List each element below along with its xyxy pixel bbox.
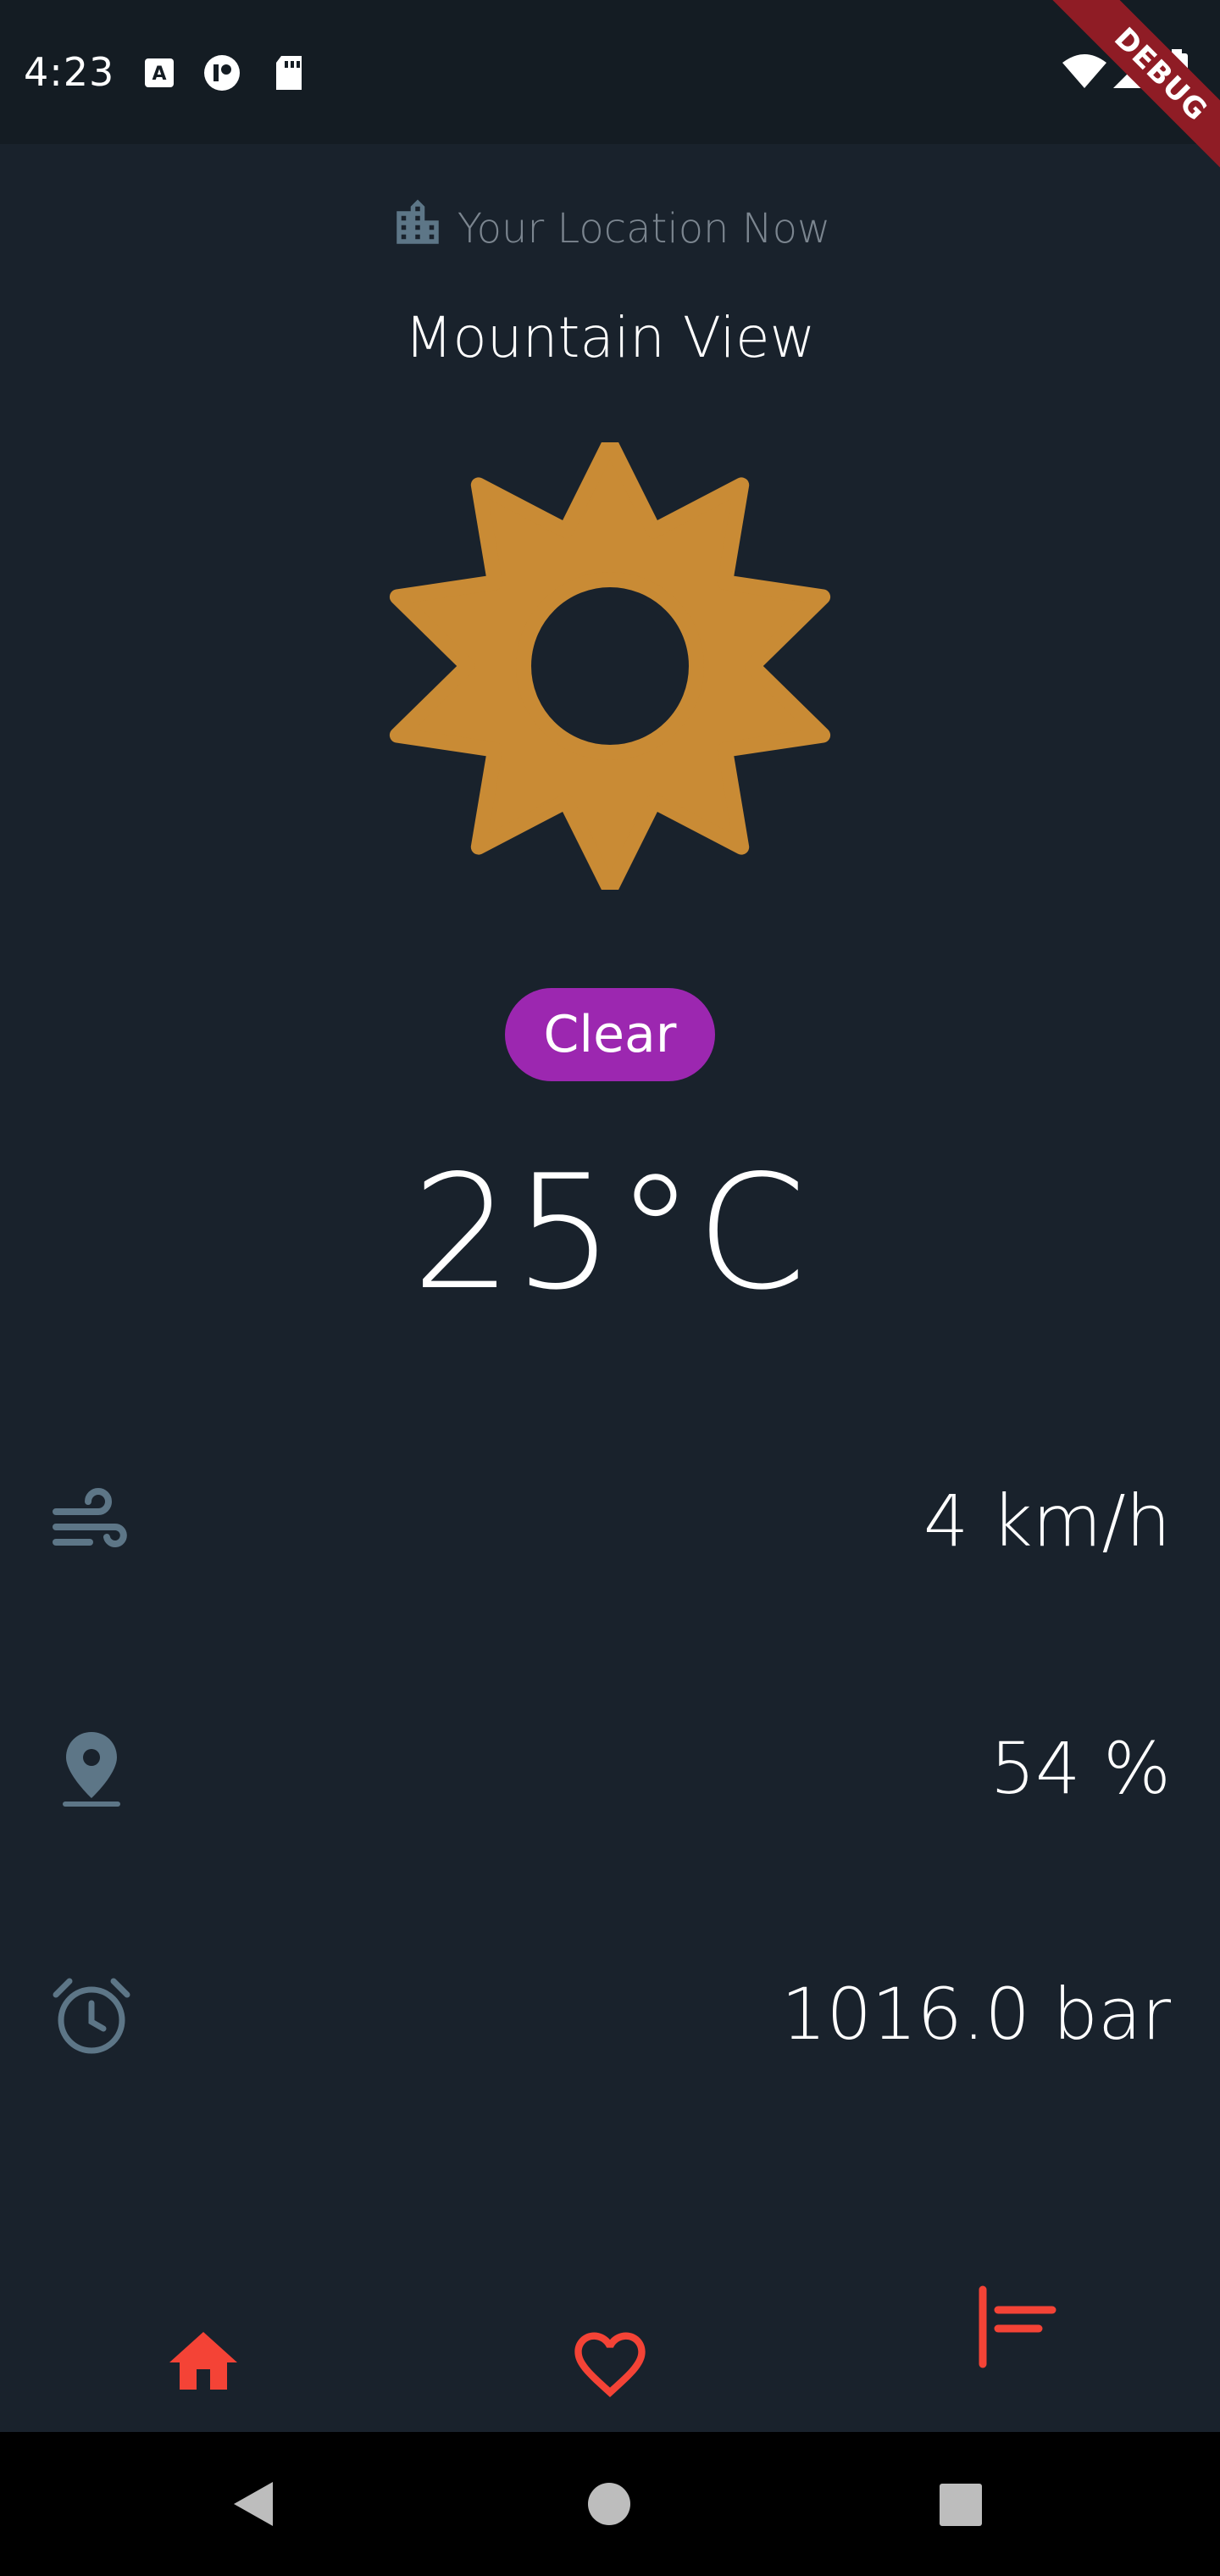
- home-circle-icon[interactable]: [586, 2481, 632, 2527]
- bottom-navigation: [0, 2237, 1220, 2432]
- condition-badge: Clear: [505, 988, 715, 1081]
- wind-value: 4 km/h: [923, 1480, 1171, 1563]
- wind-row: 4 km/h: [0, 1454, 1220, 1581]
- recents-icon[interactable]: [939, 2483, 983, 2527]
- location-label: Your Location Now: [457, 205, 831, 253]
- list-icon[interactable]: [974, 2285, 1059, 2369]
- back-icon[interactable]: [230, 2479, 276, 2529]
- humidity-value: 54 %: [990, 1727, 1171, 1810]
- alarm-clock-icon: [53, 1978, 130, 2054]
- city-icon: [396, 199, 439, 244]
- status-time: 4:23: [24, 49, 115, 95]
- debug-banner: DEBUG: [1000, 0, 1220, 220]
- temperature: 25°C: [412, 1141, 808, 1324]
- pressure-value: 1016.0 bar: [781, 1973, 1171, 2056]
- status-bar: 4:23 A DEBUG: [0, 0, 1220, 200]
- keyboard-notification-icon: A: [145, 58, 174, 87]
- sun-icon: [389, 442, 831, 890]
- svg-text:A: A: [152, 64, 166, 85]
- pressure-row: 1016.0 bar: [0, 1947, 1220, 2074]
- sd-card-icon: [276, 56, 302, 90]
- wind-icon: [53, 1488, 127, 1547]
- app-notification-icon: [204, 55, 240, 91]
- location-label-row: Your Location Now: [0, 195, 1220, 253]
- location-pin-icon: [63, 1732, 120, 1807]
- debug-label: DEBUG: [1035, 0, 1220, 200]
- system-navigation-bar: [0, 2432, 1220, 2576]
- app-screen: 4:23 A DEBUG Your Location Now Mountain …: [0, 0, 1220, 2576]
- humidity-row: 54 %: [0, 1702, 1220, 1829]
- home-icon[interactable]: [163, 2322, 244, 2403]
- heart-icon[interactable]: [568, 2322, 652, 2407]
- city-name: Mountain View: [404, 305, 816, 370]
